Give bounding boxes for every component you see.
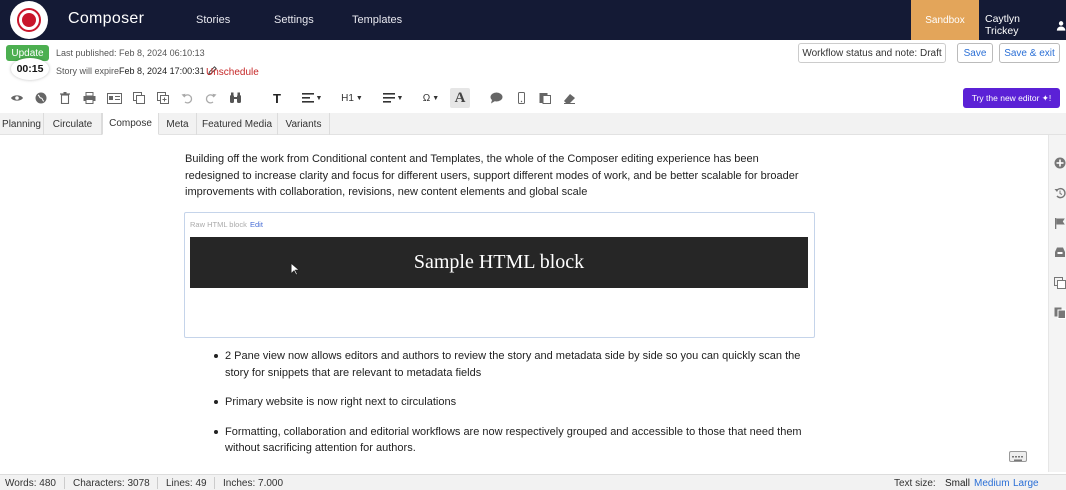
heading-dropdown[interactable]: H1 ▼ xyxy=(340,90,364,106)
expire-prefix: Story will expire xyxy=(56,66,120,76)
align-left-icon xyxy=(301,93,314,103)
comment-icon[interactable] xyxy=(489,90,504,106)
mouse-cursor-icon xyxy=(290,262,300,276)
logo-icon[interactable] xyxy=(10,1,48,39)
paste-icon[interactable] xyxy=(538,90,552,106)
copy-icon[interactable] xyxy=(132,90,146,106)
status-divider xyxy=(157,477,158,489)
font-style-icon[interactable]: A xyxy=(450,88,470,108)
chevron-down-icon: ▼ xyxy=(432,94,440,102)
inbox-icon[interactable] xyxy=(1053,246,1066,259)
nav-templates[interactable]: Templates xyxy=(352,14,402,26)
text-size-small[interactable]: Small xyxy=(945,478,970,489)
align-dropdown[interactable]: ▼ xyxy=(300,90,324,106)
unschedule-link[interactable]: Unschedule xyxy=(206,67,259,78)
html-block-edit-link[interactable]: Edit xyxy=(250,220,263,229)
flag-icon[interactable] xyxy=(1053,216,1066,229)
line-count: Lines: 49 xyxy=(166,478,207,489)
top-nav xyxy=(0,0,1066,40)
special-char-dropdown[interactable]: Ω ▼ xyxy=(419,90,443,106)
status-divider xyxy=(64,477,65,489)
history-icon[interactable] xyxy=(1053,186,1066,199)
chevron-down-icon: ▼ xyxy=(315,94,323,102)
duplicate-icon[interactable] xyxy=(156,90,170,106)
word-count: Words: 480 xyxy=(5,478,56,489)
brand-title: Composer xyxy=(68,10,145,27)
user-icon xyxy=(1056,20,1066,31)
omega-icon: Ω xyxy=(422,92,431,104)
undo-icon[interactable] xyxy=(180,90,193,106)
keyboard-icon[interactable] xyxy=(1009,451,1027,462)
html-block-label: Raw HTML block xyxy=(190,220,247,229)
trash-icon[interactable] xyxy=(59,90,71,106)
expire-info: Story will expire Feb 8, 2024 17:00:31 xyxy=(56,66,217,76)
nav-settings[interactable]: Settings xyxy=(274,14,314,26)
countdown-timer: 00:15 xyxy=(11,58,49,80)
save-exit-button[interactable]: Save & exit xyxy=(999,43,1060,63)
html-block-sample-text: Sample HTML block xyxy=(413,251,585,273)
list-dropdown[interactable]: ▼ xyxy=(381,90,405,106)
status-divider xyxy=(214,477,215,489)
mobile-preview-icon[interactable] xyxy=(516,90,526,106)
tab-meta[interactable]: Meta xyxy=(159,113,197,135)
add-circle-icon[interactable] xyxy=(1053,156,1066,169)
binoculars-icon[interactable] xyxy=(228,90,242,106)
eraser-icon[interactable] xyxy=(562,90,576,106)
workflow-status-button[interactable]: Workflow status and note: Draft xyxy=(798,43,946,63)
print-icon[interactable] xyxy=(82,90,96,106)
preview-eye-icon[interactable] xyxy=(9,90,25,106)
user-name: Caytlyn Trickey xyxy=(985,13,1021,37)
user-menu[interactable]: Caytlyn Trickey xyxy=(985,13,1066,37)
copy-variant-icon[interactable] xyxy=(1053,276,1066,289)
text-format-icon[interactable]: T xyxy=(270,90,284,106)
feature-list: 2 Pane view now allows editors and autho… xyxy=(205,348,810,470)
heading-value: H1 xyxy=(341,92,354,104)
tab-compose[interactable]: Compose xyxy=(102,113,159,135)
environment-badge: Sandbox xyxy=(911,0,979,40)
text-size-large[interactable]: Large xyxy=(1013,478,1039,489)
character-count: Characters: 3078 xyxy=(73,478,150,489)
save-button[interactable]: Save xyxy=(957,43,993,63)
intro-paragraph[interactable]: Building off the work from Conditional c… xyxy=(185,151,810,201)
try-new-editor-button[interactable]: Try the new editor ✦! xyxy=(963,88,1060,108)
list-icon xyxy=(382,93,395,103)
chevron-down-icon: ▼ xyxy=(396,94,404,102)
nav-stories[interactable]: Stories xyxy=(196,14,230,26)
tab-planning[interactable]: Planning xyxy=(0,113,44,135)
tab-circulate[interactable]: Circulate xyxy=(44,113,102,135)
id-card-icon[interactable] xyxy=(106,90,122,106)
list-item[interactable]: Primary website is now right next to cir… xyxy=(205,394,810,411)
html-block-preview: Sample HTML block xyxy=(190,237,808,288)
last-published: Last published: Feb 8, 2024 06:10:13 xyxy=(56,48,205,58)
expire-date: Feb 8, 2024 17:00:31 xyxy=(119,66,205,76)
list-item[interactable]: Formatting, collaboration and editorial … xyxy=(205,424,810,457)
text-size-medium[interactable]: Medium xyxy=(974,478,1010,489)
inches-count: Inches: 7.000 xyxy=(223,478,284,489)
chevron-down-icon: ▼ xyxy=(355,94,363,102)
list-item[interactable]: 2 Pane view now allows editors and autho… xyxy=(205,348,810,381)
text-size-label: Text size: xyxy=(894,478,936,489)
tab-featured-media[interactable]: Featured Media xyxy=(197,113,278,135)
redo-icon[interactable] xyxy=(204,90,217,106)
documents-icon[interactable] xyxy=(1053,306,1066,319)
globe-icon[interactable] xyxy=(34,90,48,106)
tab-variants[interactable]: Variants xyxy=(278,113,330,135)
